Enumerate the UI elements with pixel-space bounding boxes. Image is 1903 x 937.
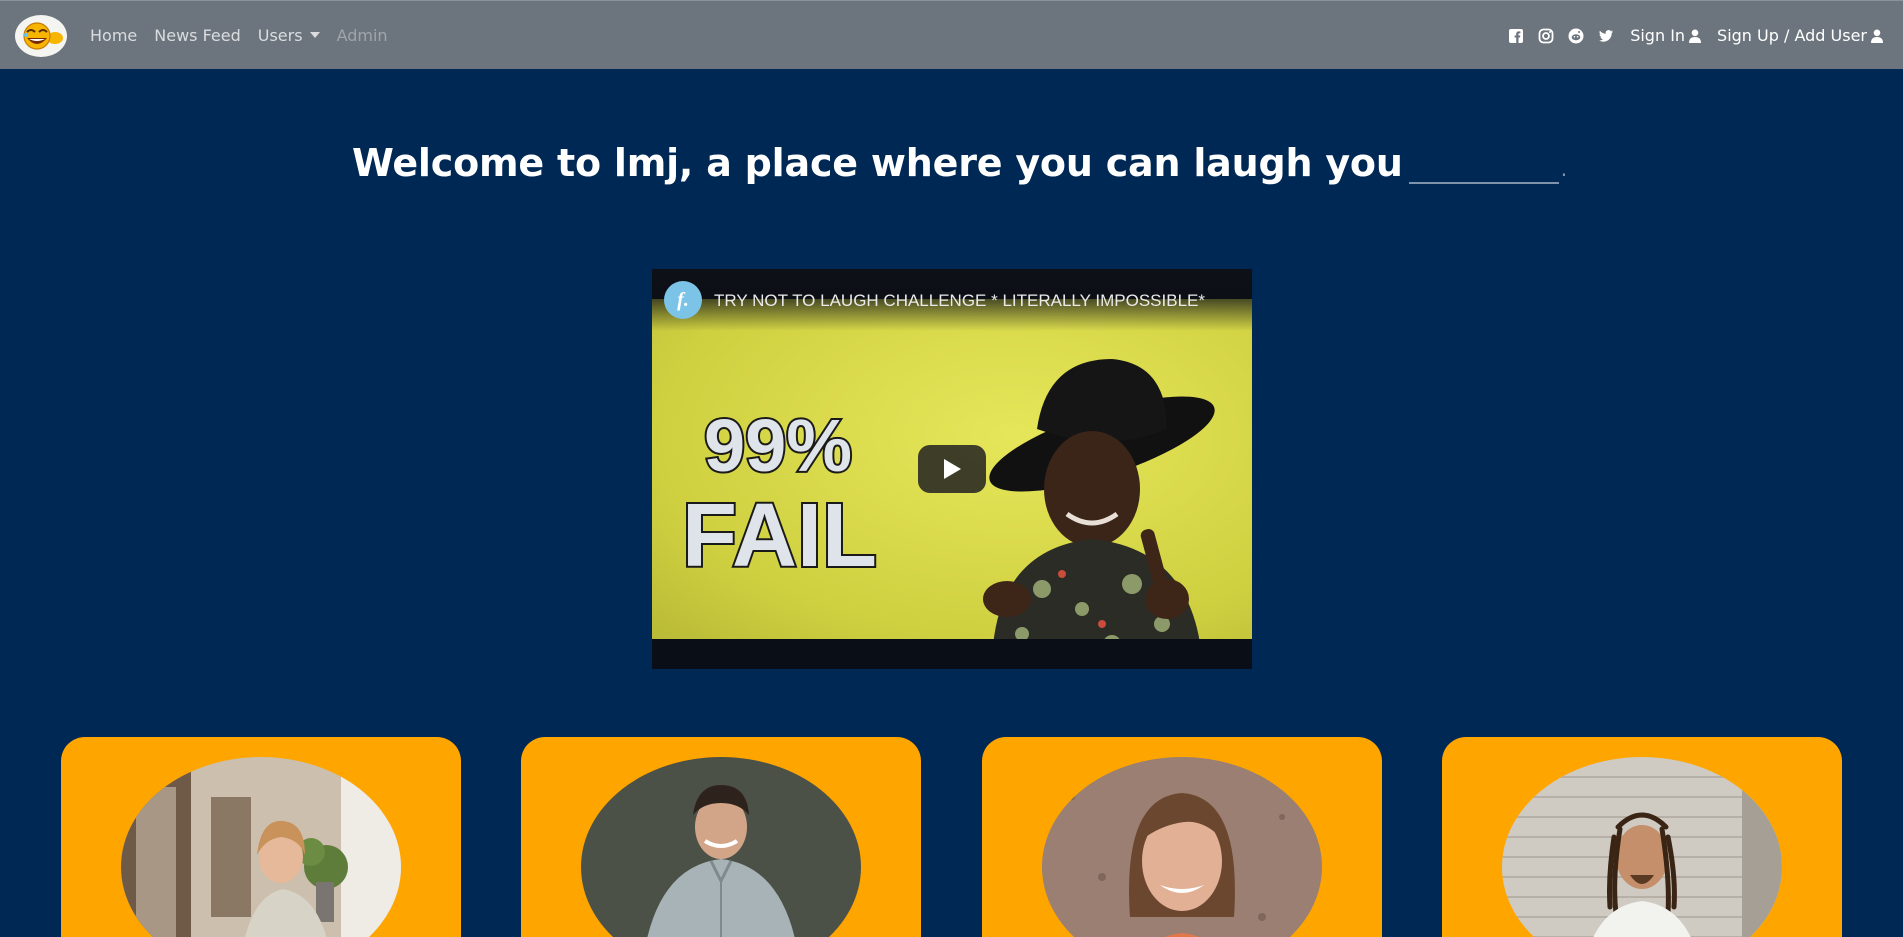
nav-home[interactable]: Home	[90, 26, 137, 45]
user-icon	[1871, 29, 1883, 43]
video-title[interactable]: TRY NOT TO LAUGH CHALLENGE * LITERALLY I…	[714, 291, 1205, 311]
profile-card[interactable]	[1442, 737, 1842, 937]
youtube-video-embed[interactable]: 99% FAIL f. TRY NOT TO LAUGH CHALLENGE *…	[652, 269, 1252, 669]
nav-users-dropdown[interactable]: Users	[258, 26, 320, 45]
man-dreadlocks-photo	[1502, 757, 1782, 937]
sign-up-label: Sign Up / Add User	[1717, 26, 1867, 45]
thumbnail-percent-text: 99%	[702, 404, 854, 487]
video-bottom-bar	[652, 639, 1252, 669]
sign-in-label: Sign In	[1630, 26, 1686, 45]
chevron-down-icon	[309, 32, 320, 38]
woman-smiling-photo	[1042, 757, 1322, 937]
headline-blank-line	[1408, 182, 1559, 184]
user-icon	[1689, 29, 1702, 43]
instagram-icon[interactable]	[1538, 28, 1554, 44]
nav-links: Home News Feed Users Admin	[90, 1, 405, 70]
sign-up-link[interactable]: Sign Up / Add User	[1717, 26, 1883, 45]
profile-card[interactable]	[61, 737, 461, 937]
man-cowboy-hat-image	[983, 359, 1215, 659]
play-icon	[944, 459, 961, 479]
nav-admin[interactable]: Admin	[337, 26, 388, 45]
thumbnail-fail-text: FAIL	[680, 486, 879, 586]
play-button[interactable]	[918, 445, 986, 493]
thumbnail-overlay-text: 99% FAIL	[680, 404, 879, 586]
laughing-emoji-logo-icon	[23, 22, 63, 50]
brand-logo[interactable]	[15, 15, 67, 57]
channel-avatar[interactable]: f.	[664, 281, 702, 319]
facebook-icon[interactable]	[1508, 28, 1524, 44]
woman-laughing-cafe-photo	[121, 757, 401, 937]
headline-text: Welcome to lmj, a place where you can la…	[352, 141, 1403, 185]
reddit-icon[interactable]	[1568, 28, 1584, 44]
profile-card[interactable]	[521, 737, 921, 937]
twitter-icon[interactable]	[1598, 28, 1614, 44]
sign-in-link[interactable]: Sign In	[1630, 26, 1702, 45]
nav-news-feed[interactable]: News Feed	[154, 26, 241, 45]
welcome-headline: Welcome to lmj, a place where you can la…	[352, 141, 1567, 185]
nav-right: Sign In Sign Up / Add User	[1508, 1, 1883, 70]
nav-users-label: Users	[257, 26, 303, 45]
top-navbar: Home News Feed Users Admin Sign In Sign …	[0, 0, 1903, 69]
headline-blank-period: .	[1560, 157, 1567, 181]
man-smiling-photo	[581, 757, 861, 937]
profile-card[interactable]	[982, 737, 1382, 937]
